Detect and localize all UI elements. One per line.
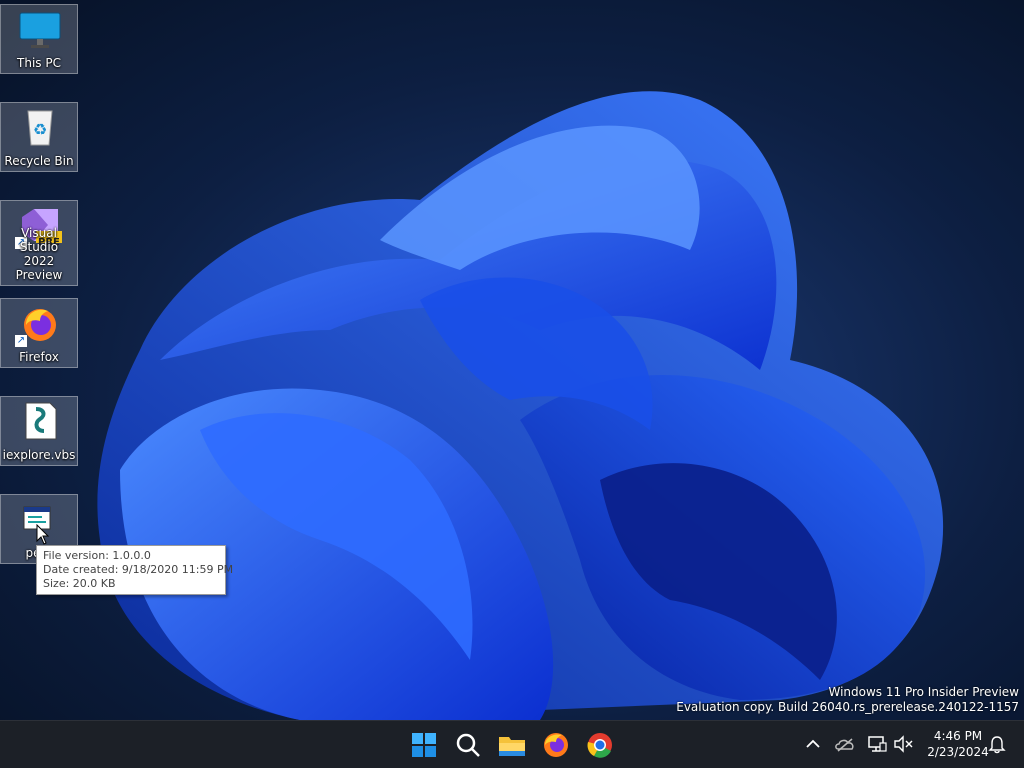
chevron-up-icon — [806, 739, 820, 748]
desktop-icon-label: iexplore.vbs — [2, 448, 76, 462]
svg-text:♻: ♻ — [33, 120, 47, 139]
desktop-icon-this-pc[interactable]: This PC — [0, 4, 78, 74]
notifications-button[interactable] — [986, 733, 1008, 755]
start-icon — [412, 733, 436, 757]
firefox-taskbar-button[interactable] — [540, 729, 572, 761]
desktop-wallpaper — [0, 0, 1024, 720]
network-button[interactable] — [866, 733, 888, 755]
search-icon — [456, 733, 480, 757]
watermark-edition: Windows 11 Pro Insider Preview — [828, 685, 1019, 699]
desktop-icon-iexplore-vbs[interactable]: iexplore.vbs — [0, 396, 78, 466]
watermark-build: Evaluation copy. Build 26040.rs_prerelea… — [676, 700, 1019, 714]
volume-button[interactable] — [892, 733, 914, 755]
file-explorer-icon — [499, 737, 525, 756]
recycle-bin-icon: ♻ — [27, 110, 53, 146]
show-hidden-icons-button[interactable] — [802, 733, 824, 755]
desktop-icon-label: Visual Studio 2022 Preview — [15, 226, 63, 282]
desktop-icon-firefox[interactable]: ↗ Firefox — [0, 298, 78, 368]
desktop-icon-label: Firefox — [19, 350, 59, 364]
chrome-taskbar-button[interactable] — [584, 729, 616, 761]
desktop-icon-recycle-bin[interactable]: ♻ Recycle Bin — [0, 102, 78, 172]
this-pc-icon — [19, 12, 61, 48]
firefox-icon — [544, 733, 568, 757]
start-button[interactable] — [408, 729, 440, 761]
tooltip-size: Size: 20.0 KB — [43, 577, 116, 590]
network-icon — [868, 736, 887, 752]
onedrive-button[interactable] — [834, 733, 856, 755]
file-info-tooltip: File version: 1.0.0.0 Date created: 9/18… — [36, 545, 234, 595]
notification-bell-icon — [988, 736, 1006, 754]
mouse-cursor-icon — [36, 524, 50, 545]
desktop-icon-label: Recycle Bin — [4, 154, 74, 168]
onedrive-icon — [835, 738, 854, 752]
shortcut-arrow-icon: ↗ — [15, 335, 27, 347]
tooltip-date-created: Date created: 9/18/2020 11:59 PM — [43, 563, 234, 576]
volume-muted-icon — [894, 735, 913, 753]
search-button[interactable] — [452, 729, 484, 761]
chrome-icon — [587, 733, 612, 758]
evaluation-watermark: Windows 11 Pro Insider Preview Evaluatio… — [676, 685, 1019, 715]
vbs-script-icon — [25, 402, 57, 440]
file-explorer-button[interactable] — [496, 729, 528, 761]
desktop-icon-visual-studio[interactable]: PRE ↗ Visual Studio 2022 Preview — [0, 200, 78, 286]
desktop-icon-label: This PC — [17, 56, 61, 70]
tooltip-file-version: File version: 1.0.0.0 — [43, 549, 151, 562]
taskbar: 4:46 PM 2/23/2024 — [0, 720, 1024, 768]
